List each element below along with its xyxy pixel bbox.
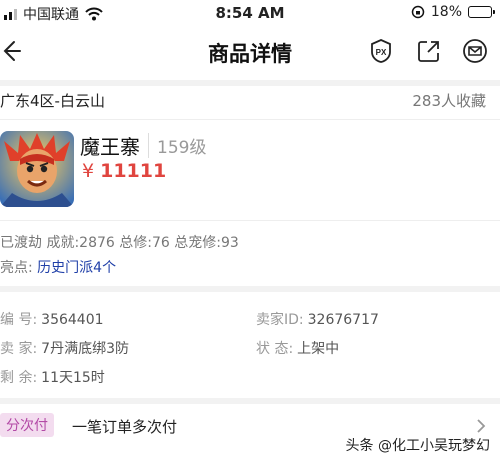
chevron-right-icon[interactable]: [476, 418, 486, 434]
highlight-row: 亮点: 历史门派4个: [0, 257, 116, 277]
seller-id-label: 卖家ID:: [256, 312, 304, 328]
remaining-value: 11天15时: [41, 370, 105, 386]
time-remaining: 剩 余: 11天15时: [0, 367, 105, 387]
px-label: PX: [376, 48, 387, 57]
highlight-link[interactable]: 历史门派4个: [37, 260, 116, 276]
seller-id: 卖家ID: 32676717: [256, 309, 379, 329]
status-value: 上架中: [297, 341, 340, 357]
highlight-label: 亮点:: [0, 260, 33, 276]
status-bar: 中国联通 8:54 AM 18%: [0, 0, 500, 28]
installment-badge: 分次付: [0, 413, 54, 437]
price: ¥11111: [82, 160, 166, 182]
share-icon[interactable]: [416, 38, 442, 64]
divider: [0, 286, 500, 292]
divider: [0, 398, 500, 404]
divider: [0, 220, 500, 221]
mail-icon[interactable]: [462, 38, 488, 64]
seller-value: 7丹满底绑3防: [41, 341, 129, 357]
seller-label: 卖 家:: [0, 341, 38, 357]
battery-percent: 18%: [430, 4, 462, 20]
favorites-count: 283人收藏: [412, 92, 486, 110]
listing-status: 状 态: 上架中: [256, 338, 339, 358]
divider: [0, 119, 500, 120]
character-name: 魔王寨: [80, 135, 140, 159]
battery-icon: [468, 6, 495, 18]
character-avatar[interactable]: [0, 131, 74, 207]
installment-description[interactable]: 一笔订单多次付: [72, 416, 177, 437]
seller: 卖 家: 7丹满底绑3防: [0, 338, 129, 358]
seller-id-value: 32676717: [307, 312, 379, 328]
price-symbol: ¥: [82, 160, 95, 182]
item-id: 编 号: 3564401: [0, 309, 104, 329]
price-value: 11111: [100, 160, 167, 182]
rotation-lock-icon: [411, 5, 425, 19]
px-badge-icon[interactable]: PX: [368, 38, 394, 64]
watermark: 头条 @化工小吴玩梦幻: [345, 438, 490, 454]
status-right: 18%: [411, 4, 495, 20]
server-region: 广东4区-白云山: [0, 92, 105, 110]
item-id-label: 编 号:: [0, 312, 38, 328]
remaining-label: 剩 余:: [0, 370, 38, 386]
status-label: 状 态:: [256, 341, 294, 357]
item-id-value: 3564401: [41, 312, 104, 328]
stats-line: 已渡劫 成就:2876 总修:76 总宠修:93: [0, 235, 239, 251]
nav-bar: 商品详情 PX: [0, 30, 500, 74]
character-level: 159级: [148, 133, 206, 158]
divider: [0, 80, 500, 86]
